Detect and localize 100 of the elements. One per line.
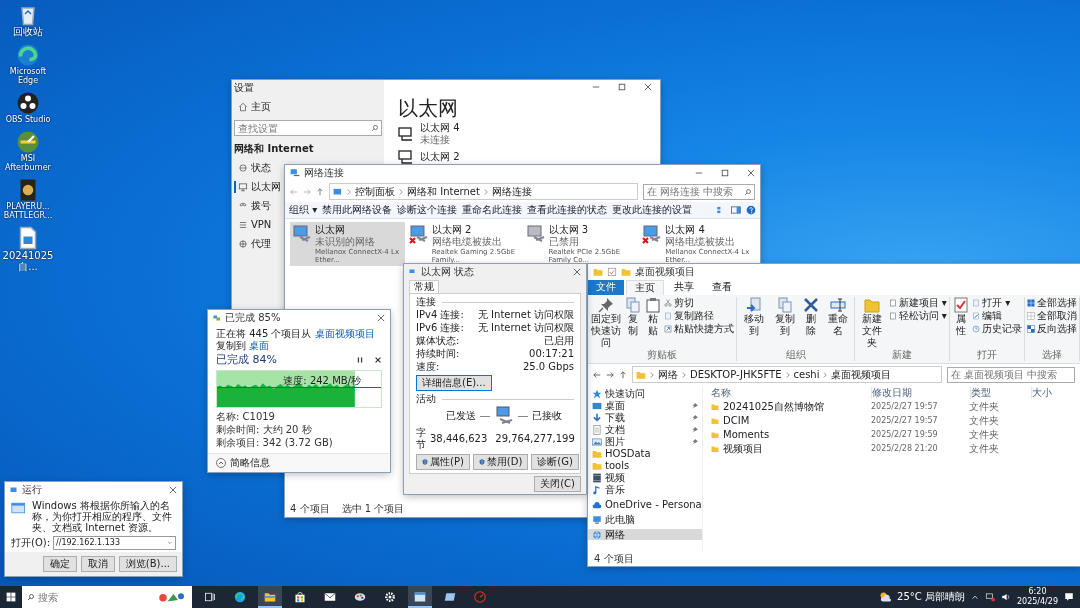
breadcrumb-item[interactable]: 网络连接 <box>491 185 532 198</box>
dialog-button[interactable]: 属性(P) <box>416 454 470 470</box>
nav-item[interactable]: 网络 <box>588 529 702 540</box>
pause-icon[interactable] <box>356 356 364 364</box>
ribbon-button[interactable]: 历史记录 <box>972 323 1022 335</box>
dialog-tab[interactable]: 常规 <box>409 280 439 293</box>
close-button[interactable]: 关闭(C) <box>534 476 581 492</box>
search-field[interactable]: 在 桌面视频项目 中搜索 <box>947 366 1075 383</box>
up-arrow-icon[interactable] <box>619 370 627 379</box>
input-field[interactable]: //192.162.1.133 <box>53 536 176 550</box>
search-field[interactable]: 在 网络连接 中搜索 <box>643 183 755 200</box>
toolbar-button[interactable]: 查看此连接的状态 <box>527 204 608 216</box>
nav-item[interactable]: HOSData <box>588 448 702 459</box>
file-name-cell[interactable]: 视频项目 <box>711 443 871 455</box>
ribbon-tab[interactable]: 文件 <box>588 280 624 295</box>
ribbon-button[interactable]: 属性 <box>951 297 970 349</box>
column-header[interactable]: 大小 <box>1032 387 1080 399</box>
toolbar-button[interactable]: 重命名此连接 <box>462 204 523 216</box>
file-name-cell[interactable]: 20241025自然博物馆 <box>711 401 871 413</box>
ribbon-tab[interactable]: 共享 <box>666 280 702 295</box>
nav-item[interactable]: 以太网 <box>234 181 281 193</box>
breadcrumb-item[interactable]: 网络 <box>658 368 678 381</box>
ribbon-button[interactable]: 粘贴 <box>644 297 663 349</box>
dialog-button[interactable]: 禁用(D) <box>472 454 529 470</box>
ribbon-button[interactable]: 打开 ▾ <box>972 297 1022 309</box>
dialog-button[interactable]: 取消 <box>80 556 115 572</box>
column-header[interactable]: 名称 <box>711 387 872 399</box>
preview-pane-icon[interactable] <box>731 205 741 215</box>
nav-item[interactable]: 代理 <box>234 238 271 250</box>
toolbar-button[interactable]: 更改此连接的设置 <box>612 204 693 216</box>
folder-link[interactable]: 桌面视频项目 <box>314 328 375 339</box>
column-header[interactable]: 修改日期 <box>872 387 971 399</box>
maximize-icon[interactable] <box>721 169 729 177</box>
ribbon-button[interactable]: 全部取消 <box>1027 310 1077 322</box>
search-field[interactable]: 查找设置 <box>234 120 382 136</box>
nav-item[interactable]: 快速访问 <box>588 388 702 399</box>
speaker-icon[interactable] <box>1000 592 1011 602</box>
gauge-app-icon[interactable] <box>16 130 40 154</box>
ribbon-button[interactable]: 复制路径 <box>664 310 735 322</box>
breadcrumb-item[interactable]: 控制面板 <box>355 185 395 198</box>
home-link[interactable]: 主页 <box>234 101 271 113</box>
up-arrow-icon[interactable] <box>316 187 324 196</box>
maximize-icon[interactable] <box>618 83 626 91</box>
address-bar[interactable]: 控制面板 网络和 Internet 网络连接 <box>329 183 638 200</box>
clock[interactable]: 6:20 2025/4/29 <box>1016 587 1058 607</box>
dialog-button[interactable]: 确定 <box>42 556 77 572</box>
forward-arrow-icon[interactable] <box>606 370 614 379</box>
ribbon-button[interactable]: 复制 <box>624 297 643 349</box>
help-icon[interactable] <box>746 205 756 215</box>
dialog-button[interactable]: 浏览(B)... <box>118 556 177 572</box>
ribbon-button[interactable]: 重命名 <box>822 297 853 349</box>
close-icon[interactable] <box>644 83 652 91</box>
nav-item[interactable]: OneDrive - Persona <box>588 499 702 510</box>
breadcrumb-item[interactable]: ceshi <box>793 368 820 381</box>
toolbar-button[interactable]: 禁用此网络设备 <box>322 204 393 216</box>
toolbar-button[interactable]: 诊断这个连接 <box>397 204 458 216</box>
breadcrumb-item[interactable]: 网络和 Internet <box>407 185 480 198</box>
nav-item[interactable]: 音乐 <box>588 484 702 495</box>
close-icon[interactable] <box>747 169 755 177</box>
ribbon-button[interactable]: 剪切 <box>664 297 735 309</box>
close-icon[interactable] <box>169 486 177 494</box>
nav-item[interactable]: 文档 <box>588 424 702 435</box>
record-app-icon[interactable] <box>16 91 40 115</box>
address-bar[interactable]: 网络 DESKTOP-JHK5FTE ceshi 桌面视频项目 <box>632 366 942 383</box>
notification-icon[interactable] <box>1064 592 1074 602</box>
ribbon-button[interactable]: 新建文件夹 <box>857 297 887 349</box>
weather-text[interactable]: 25°C 局部晴朗 <box>897 591 965 603</box>
ribbon-button[interactable]: 固定到快速访问 <box>590 297 622 349</box>
ribbon-button[interactable]: 粘贴快捷方式 <box>664 323 735 335</box>
column-header[interactable]: 类型 <box>971 387 1032 399</box>
close-icon[interactable] <box>377 314 385 322</box>
nav-item[interactable]: 状态 <box>234 162 271 174</box>
browser-icon[interactable] <box>16 43 40 67</box>
ribbon-button[interactable]: 复制到 <box>770 297 800 349</box>
ribbon-button[interactable]: 新建项目 ▾ <box>888 297 947 309</box>
file-name-cell[interactable]: Moments <box>711 429 871 441</box>
details-button[interactable]: 详细信息(E)... <box>416 375 492 391</box>
ribbon-button[interactable]: 全部选择 <box>1027 297 1077 309</box>
taskbar-app[interactable] <box>408 586 432 608</box>
ribbon-button[interactable]: 轻松访问 ▾ <box>888 310 947 322</box>
nav-item[interactable]: 此电脑 <box>588 514 702 525</box>
toolbar-button[interactable]: 组织 ▾ <box>289 204 318 216</box>
breadcrumb-item[interactable]: DESKTOP-JHK5FTE <box>690 368 782 381</box>
chevron-up-icon[interactable] <box>970 593 979 601</box>
breadcrumb-item[interactable]: 桌面视频项目 <box>831 368 892 381</box>
nav-item[interactable]: 拨号 <box>234 200 271 212</box>
folder-link[interactable]: 桌面 <box>249 340 270 351</box>
file-name-cell[interactable]: DCIM <box>711 415 871 427</box>
ribbon-button[interactable]: 删除 <box>801 297 821 349</box>
ribbon-button[interactable]: 反向选择 <box>1027 323 1077 335</box>
search-field[interactable]: 搜索 <box>22 586 192 608</box>
ribbon-tab[interactable]: 查看 <box>704 280 740 295</box>
nav-item[interactable]: tools <box>588 460 702 471</box>
check-icon[interactable] <box>607 267 617 277</box>
start-icon[interactable] <box>6 592 16 602</box>
ribbon-button[interactable]: 编辑 <box>972 310 1022 322</box>
adapter-item[interactable]: 以太网 4 未连接 <box>398 122 646 146</box>
adapter-item[interactable]: 以太网 2 <box>398 149 646 165</box>
nav-item[interactable]: 视频 <box>588 472 702 483</box>
close-icon[interactable] <box>374 356 382 364</box>
